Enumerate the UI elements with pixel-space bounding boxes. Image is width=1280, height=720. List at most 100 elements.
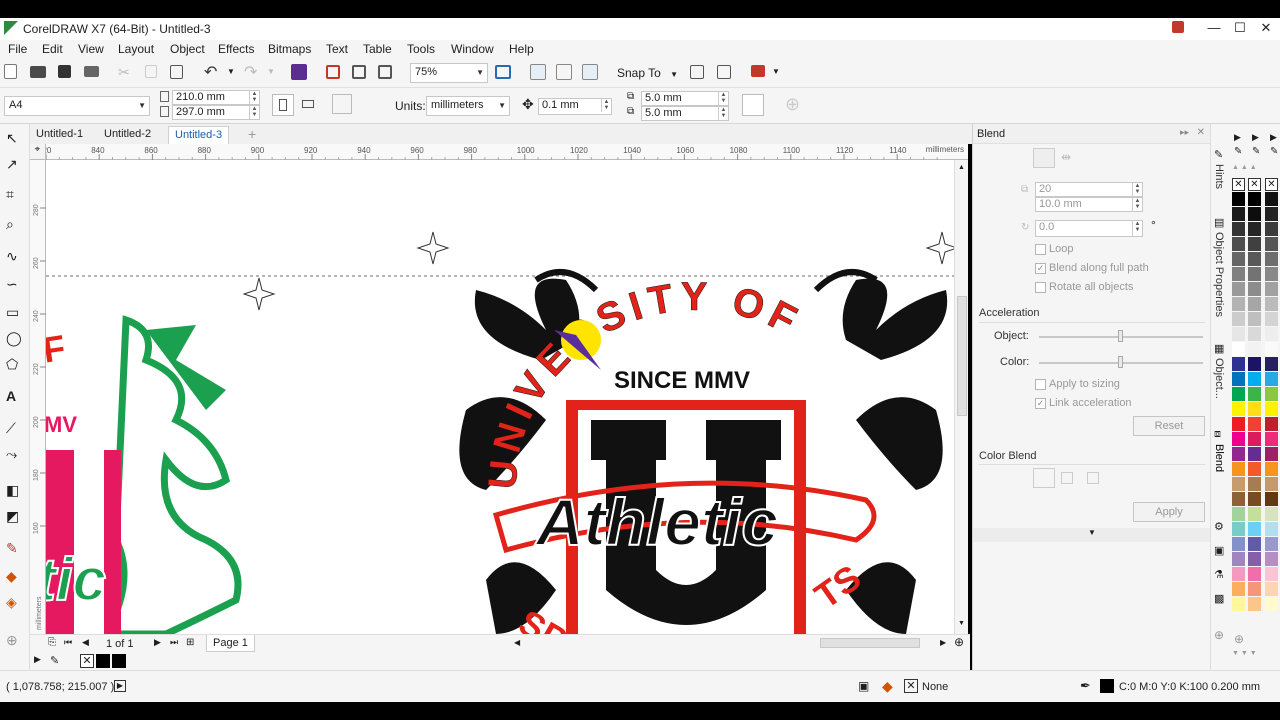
menu-edit[interactable]: Edit xyxy=(42,42,63,56)
menu-help[interactable]: Help xyxy=(509,42,534,56)
black-swatch-2[interactable] xyxy=(112,654,126,668)
palette-swatch[interactable] xyxy=(1248,432,1261,447)
add-preset-icon[interactable]: ⊕ xyxy=(785,94,800,115)
palette-swatch[interactable] xyxy=(1232,447,1245,462)
black-swatch[interactable] xyxy=(96,654,110,668)
palette-swatch[interactable] xyxy=(1248,267,1261,282)
new-document-icon[interactable] xyxy=(4,64,17,79)
palette-swatch[interactable] xyxy=(1248,357,1261,372)
palette-swatch[interactable] xyxy=(1265,237,1278,252)
palette-swatch[interactable] xyxy=(1232,582,1245,597)
menu-bitmaps[interactable]: Bitmaps xyxy=(268,42,311,56)
palette-swatch[interactable] xyxy=(1248,537,1261,552)
all-pages-icon[interactable] xyxy=(332,94,352,114)
add-tool-icon[interactable]: ⊕ xyxy=(6,632,24,650)
palette-swatch[interactable] xyxy=(1248,522,1261,537)
apply-sizing-checkbox[interactable] xyxy=(1035,379,1046,390)
blend-spacing-field[interactable]: 10.0 mm ▲ ▼ xyxy=(1035,197,1143,212)
palette-swatch[interactable] xyxy=(1265,492,1278,507)
application-launcher-icon[interactable] xyxy=(751,65,765,77)
page-tab[interactable]: Page 1 xyxy=(206,635,255,652)
eyedropper-icon[interactable]: ✎ xyxy=(6,540,24,558)
tab-object-manager[interactable]: Object... xyxy=(1213,358,1225,399)
apply-button[interactable]: Apply xyxy=(1133,502,1205,522)
docker-tool-icon-3[interactable]: ⚗ xyxy=(1214,568,1224,581)
scroll-down-icon[interactable]: ▼ xyxy=(958,620,965,627)
palette-swatch[interactable] xyxy=(1232,327,1245,342)
smart-fill-icon[interactable]: ◈ xyxy=(6,594,24,612)
blend-steps-mode-button[interactable] xyxy=(1033,148,1055,168)
blend-handle-3[interactable] xyxy=(242,277,276,311)
palette-swatch[interactable] xyxy=(1248,252,1261,267)
object-manager-icon[interactable]: ▦ xyxy=(1214,342,1224,355)
menu-text[interactable]: Text xyxy=(326,42,348,56)
docker-tool-icon-4[interactable]: ▩ xyxy=(1214,592,1224,605)
vertical-scrollbar[interactable]: ▲ ▼ xyxy=(954,160,968,634)
search-content-icon[interactable] xyxy=(291,64,307,80)
polygon-tool-icon[interactable]: ⬠ xyxy=(6,356,24,374)
parallel-dimension-icon[interactable]: ⟋ xyxy=(6,420,24,438)
palette-swatch[interactable] xyxy=(1265,207,1278,222)
connector-tool-icon[interactable]: ⤳ xyxy=(6,446,24,464)
print-icon[interactable] xyxy=(84,66,99,77)
palette-swatch[interactable] xyxy=(1265,312,1278,327)
snap-to-dropdown[interactable]: Snap To ▼ xyxy=(617,66,678,80)
palette-eyedropper-icon[interactable]: ✎ xyxy=(50,654,59,667)
palette-swatch[interactable] xyxy=(1232,432,1245,447)
palette-swatch[interactable] xyxy=(1265,402,1278,417)
palette-swatch[interactable] xyxy=(1232,192,1245,207)
duplicate-y-field[interactable]: 5.0 mm ▲ ▼ xyxy=(641,106,729,121)
drawing-canvas[interactable]: ITY OF MV tic UNIVERSITY OF SINCE MMV A xyxy=(46,160,954,634)
blend-full-path-checkbox[interactable]: ✓ xyxy=(1035,263,1046,274)
blend-tab-icon[interactable]: ⧈ xyxy=(1214,428,1221,441)
previous-page-icon[interactable]: ◀ xyxy=(82,637,89,648)
tab-untitled-1[interactable]: Untitled-1 xyxy=(30,126,89,144)
palette-swatch[interactable] xyxy=(1265,372,1278,387)
text-tool-icon[interactable]: A xyxy=(6,388,24,406)
ellipse-tool-icon[interactable]: ◯ xyxy=(6,330,24,348)
next-page-icon[interactable]: ▶ xyxy=(154,637,161,648)
palette-swatch[interactable] xyxy=(1265,582,1278,597)
palette-swatch[interactable] xyxy=(1248,447,1261,462)
save-icon[interactable] xyxy=(58,65,71,78)
full-screen-icon[interactable] xyxy=(495,65,511,79)
fill-bucket-icon[interactable]: ◆ xyxy=(882,678,893,695)
palette-swatch[interactable] xyxy=(1232,597,1245,612)
user-icon[interactable] xyxy=(1172,21,1184,33)
palette-swatch[interactable] xyxy=(1248,417,1261,432)
docker-tool-icon-1[interactable]: ⚙ xyxy=(1214,520,1224,533)
page-size-select[interactable]: A4 ▼ xyxy=(4,96,150,116)
document-icon[interactable]: ⎘ xyxy=(48,637,56,648)
palette-swatch[interactable] xyxy=(1265,477,1278,492)
palette-eyedropper-icon-2[interactable]: ✎ xyxy=(1252,146,1260,157)
clockwise-blend-icon[interactable] xyxy=(1061,472,1073,484)
tab-hints[interactable]: Hints xyxy=(1213,164,1225,189)
palette-swatch[interactable] xyxy=(1265,522,1278,537)
palette-swatch[interactable] xyxy=(1248,552,1261,567)
rectangle-tool-icon[interactable]: ▭ xyxy=(6,304,24,322)
zoom-to-fit-icon[interactable]: ⊕ xyxy=(954,635,964,649)
palette-swatch[interactable] xyxy=(1248,192,1261,207)
publish-pdf-icon[interactable] xyxy=(378,65,392,79)
units-select[interactable]: millimeters ▼ xyxy=(426,96,510,116)
palette-swatch[interactable] xyxy=(1232,312,1245,327)
undo-icon[interactable]: ↶ xyxy=(204,62,217,82)
landscape-button[interactable] xyxy=(298,94,320,116)
blend-spacing-mode-icon[interactable]: ⇹ xyxy=(1061,150,1071,164)
vertical-scroll-thumb[interactable] xyxy=(957,296,967,416)
outline-pen-icon[interactable]: ✒ xyxy=(1080,678,1091,694)
palette-swatch[interactable] xyxy=(1248,297,1261,312)
palette-swatch[interactable] xyxy=(1265,222,1278,237)
palette-swatch[interactable] xyxy=(1248,282,1261,297)
object-accel-slider[interactable] xyxy=(1118,330,1123,342)
palette-swatch[interactable] xyxy=(1248,342,1261,357)
color-proofing-icon[interactable]: ▣ xyxy=(858,679,869,693)
rotate-all-checkbox[interactable] xyxy=(1035,282,1046,293)
undo-dropdown-icon[interactable]: ▼ xyxy=(227,67,235,76)
artistic-media-icon[interactable]: ∽ xyxy=(6,276,24,294)
palette-swatch[interactable] xyxy=(1265,462,1278,477)
palette-swatch[interactable] xyxy=(1232,552,1245,567)
ruler-origin-icon[interactable]: ⌖ xyxy=(30,144,46,160)
palette-swatch[interactable] xyxy=(1248,477,1261,492)
nudge-distance-field[interactable]: 0.1 mm ▲ ▼ xyxy=(538,98,612,115)
